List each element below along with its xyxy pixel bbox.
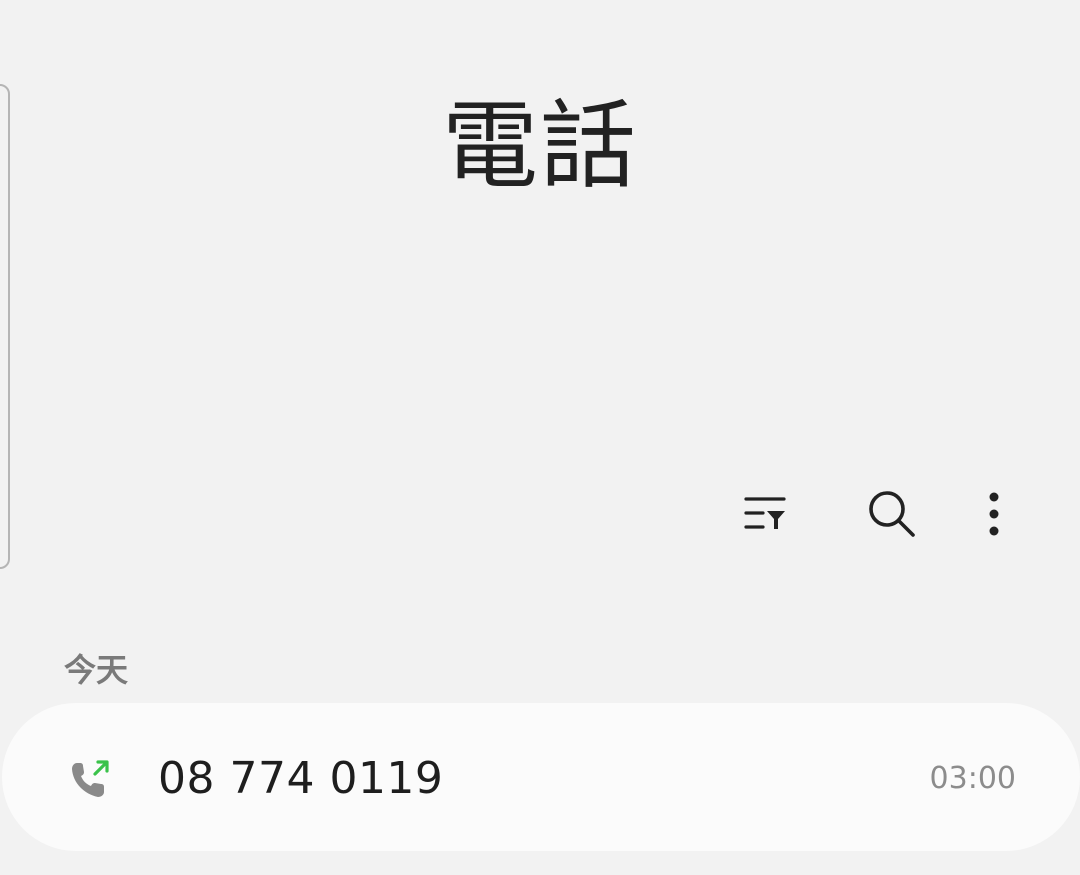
call-number: 08 774 0119: [158, 753, 444, 804]
filter-list-icon: [744, 497, 786, 529]
filter-button[interactable]: [736, 484, 796, 544]
page-title: 電話: [442, 90, 638, 202]
call-time: 03:00: [929, 761, 1016, 796]
search-button[interactable]: [862, 484, 922, 544]
search-icon: [869, 491, 915, 537]
more-vertical-icon: [989, 492, 999, 536]
phone-app-screen: 電話 今天 08 774 0119 03:00: [0, 0, 1080, 875]
outgoing-call-icon: [68, 757, 112, 801]
toolbar: [720, 484, 1040, 544]
section-header-today: 今天: [64, 651, 129, 689]
call-log-item[interactable]: 08 774 0119 03:00: [2, 703, 1080, 851]
more-options-button[interactable]: [964, 484, 1024, 544]
